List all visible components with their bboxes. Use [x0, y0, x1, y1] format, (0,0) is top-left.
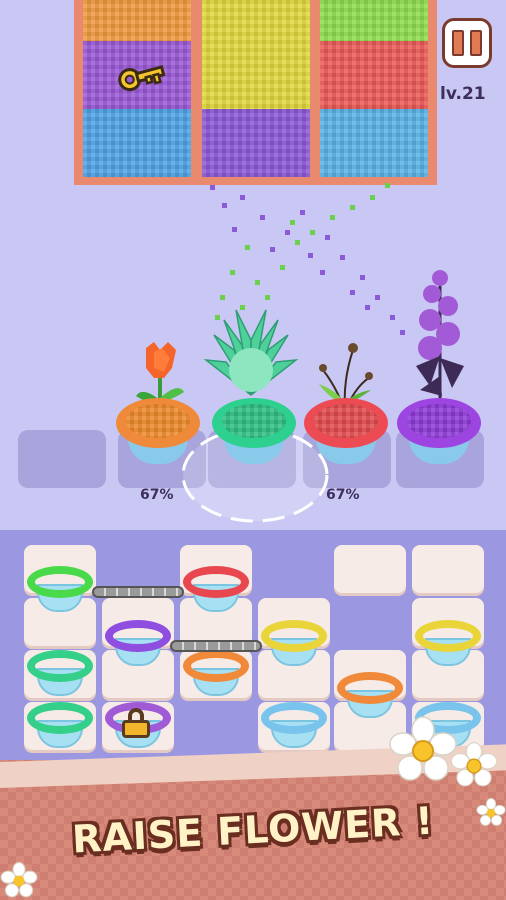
chain-icon: [170, 640, 262, 652]
ring-cup-yellow[interactable]: [415, 620, 481, 670]
daisy-icon: [450, 742, 498, 787]
daisy-icon: [0, 862, 38, 898]
key-icon: [118, 65, 166, 92]
bin-layer: [320, 0, 428, 41]
padlock-icon: [122, 708, 150, 738]
ring-cup-green[interactable]: [27, 566, 93, 616]
bin-3[interactable]: [311, 0, 437, 185]
purple-foxglove-icon: [416, 270, 464, 406]
ring-cup-red[interactable]: [183, 566, 249, 616]
pause-icon: [452, 30, 464, 56]
bin-2[interactable]: [193, 0, 319, 185]
bin-layer: [83, 109, 191, 177]
ring-cup-green[interactable]: [27, 702, 93, 752]
ring-cup-blue[interactable]: [261, 702, 327, 752]
ring-cup-orange[interactable]: [183, 650, 249, 700]
bin-layer: [83, 0, 191, 41]
board-cell[interactable]: [334, 545, 406, 593]
bin-layer: [320, 41, 428, 109]
daisy-icon: [476, 798, 506, 826]
level-label: lv.21: [440, 84, 486, 104]
flower-slot: [18, 430, 106, 488]
progress-label-red-sprout: 67%: [326, 487, 360, 503]
pot-soil: [222, 404, 286, 438]
pot-soil: [407, 404, 471, 438]
bin-1[interactable]: [74, 0, 200, 185]
pause-button[interactable]: [442, 18, 492, 68]
chain-icon: [92, 586, 184, 598]
ring-cup-green[interactable]: [27, 650, 93, 700]
ring-cup-purple[interactable]: [105, 620, 171, 670]
green-succulent-icon: [203, 309, 299, 396]
bin-layer: [202, 109, 310, 177]
ring-cup-orange[interactable]: [337, 672, 403, 722]
bin-layer: [202, 0, 310, 109]
progress-label-orange-tulip: 67%: [140, 487, 174, 503]
board-cell[interactable]: [412, 545, 484, 593]
pause-icon: [470, 30, 482, 56]
pot-soil: [314, 404, 378, 438]
bin-layer: [320, 109, 428, 177]
pot-soil: [126, 404, 190, 438]
ring-cup-yellow[interactable]: [261, 620, 327, 670]
daisy-icon: [389, 716, 457, 781]
